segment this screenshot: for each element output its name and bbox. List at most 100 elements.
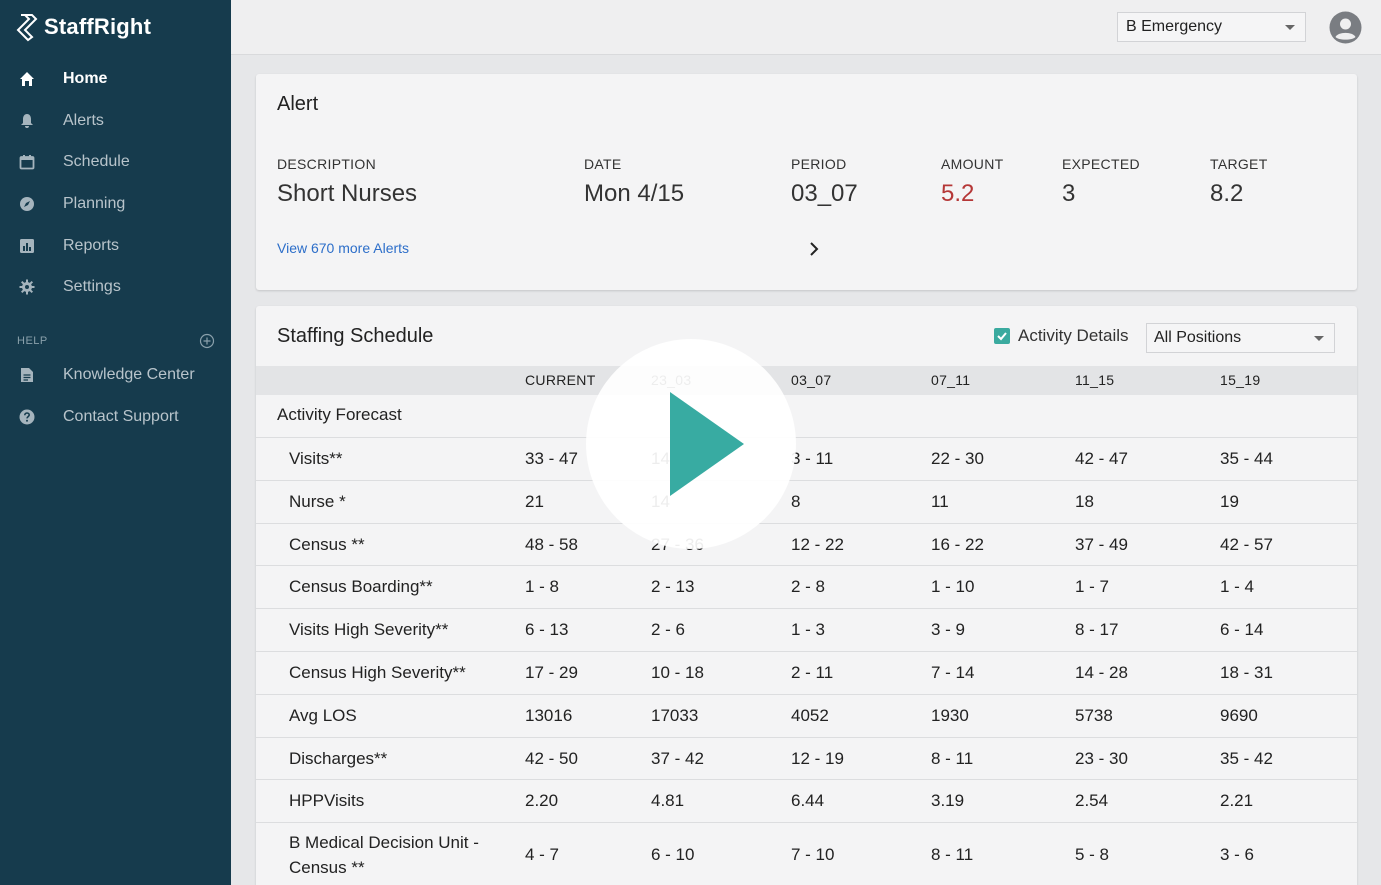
table-cell: 6 - 14 — [1220, 620, 1264, 640]
row-label: Visits High Severity** — [289, 620, 449, 640]
table-row: Nurse *21148111819 — [256, 481, 1357, 524]
staffing-schedule-card: Staffing Schedule Activity Details All P… — [256, 306, 1357, 885]
department-select[interactable]: B Emergency — [1117, 12, 1306, 42]
brand-name: StaffRight — [44, 14, 152, 39]
activity-details-checkbox[interactable] — [994, 328, 1010, 344]
chevron-right-icon[interactable] — [805, 240, 823, 258]
chevron-down-icon — [1285, 25, 1295, 30]
table-cell: 8 - 11 — [931, 748, 974, 768]
table-cell: 2 - 6 — [651, 620, 686, 640]
brand[interactable]: StaffRight — [16, 12, 151, 42]
compass-icon — [18, 195, 36, 213]
table-cell: 8 — [791, 491, 801, 511]
sidebar-item-label: Reports — [63, 236, 120, 254]
sidebar-item-label: Contact Support — [63, 407, 179, 425]
table-row: Discharges** 42 - 50 37 - 42 12 - 19 8 - 11 2… — [256, 738, 1357, 781]
sidebar-item-label: Knowledge Center — [63, 365, 195, 383]
sidebar-item-knowledge-center[interactable]: Knowledge Center — [0, 354, 231, 396]
table-cell: 2.54 — [1075, 791, 1109, 811]
sidebar-item-planning[interactable]: Planning — [0, 183, 231, 225]
table-cell: 35 - 44 — [1220, 449, 1273, 468]
alert-card: Alert DESCRIPTION Short Nurses DATE Mon … — [256, 74, 1357, 290]
video-play-button[interactable] — [586, 339, 796, 549]
table-cell: 18 — [1075, 491, 1094, 511]
sidebar-item-home[interactable]: Home — [0, 58, 231, 100]
table-cell: 7 - 10 — [791, 845, 835, 865]
row-label: B Medical Decision Unit - Census ** — [289, 833, 479, 878]
table-cell: 37 - 42 — [651, 748, 704, 768]
row-label: Avg LOS — [289, 705, 357, 725]
sidebar-item-label: Planning — [63, 194, 126, 212]
alert-description: DESCRIPTION Short Nurses — [277, 156, 417, 208]
table-cell: 48 - 58 — [525, 534, 578, 554]
alert-amount: AMOUNT 5.2 — [941, 156, 1003, 208]
table-cell: 35 - 42 — [1220, 748, 1273, 768]
sidebar-item-alerts[interactable]: Alerts — [0, 100, 231, 142]
sidebar-item-settings[interactable]: Settings — [0, 266, 231, 308]
table-cell: 3 - 9 — [931, 620, 966, 640]
table-cell: 12 - 22 — [791, 534, 844, 554]
table-cell: 1 - 3 — [791, 620, 826, 640]
play-icon — [670, 392, 744, 496]
staffright-logo-icon — [16, 14, 38, 42]
user-avatar-icon[interactable] — [1329, 11, 1362, 44]
position-filter-select[interactable]: All Positions — [1146, 323, 1335, 353]
alert-column-value: Mon 4/15 — [584, 180, 685, 207]
table-cell: 6 - 13 — [525, 620, 569, 640]
alert-column-value: 3 — [1062, 180, 1076, 207]
department-select-value: B Emergency — [1126, 18, 1223, 35]
table-cell: 1 - 4 — [1220, 577, 1255, 597]
table-cell: 13016 — [525, 705, 573, 725]
table-row: B Medical Decision Unit - Census ** 4 - 7… — [256, 823, 1357, 885]
alert-column-heading: DATE — [584, 156, 622, 172]
table-cell: 5 - 8 — [1075, 845, 1110, 865]
sidebar-item-label: Settings — [63, 278, 121, 296]
alert-column-heading: AMOUNT — [941, 156, 1004, 172]
table-cell: 7 - 14 — [931, 663, 975, 682]
row-label: Visits** — [289, 449, 343, 468]
table-cell: 2 - 11 — [791, 663, 834, 682]
document-icon — [18, 366, 36, 384]
row-label: HPPVisits — [289, 791, 365, 811]
table-row: Visits**33 - 47143 - 1122 - 3042 - 4735 … — [256, 438, 1357, 481]
alert-column-heading: DESCRIPTION — [277, 156, 376, 172]
table-cell: 22 - 30 — [931, 449, 984, 468]
table-cell: 11 — [931, 491, 949, 511]
sidebar-item-label: Schedule — [63, 153, 130, 171]
table-cell: 3 - 11 — [791, 449, 834, 468]
column-header: 03_07 — [791, 372, 832, 388]
table-cell: 1930 — [931, 705, 969, 725]
sidebar-item-label: Alerts — [63, 111, 104, 129]
table-cell: 23 - 30 — [1075, 748, 1128, 768]
activity-details-toggle[interactable]: Activity Details — [994, 326, 1129, 346]
row-label: Nurse * — [289, 491, 346, 511]
sidebar-item-schedule[interactable]: Schedule — [0, 141, 231, 183]
sidebar-item-contact-support[interactable]: Contact Support — [0, 396, 231, 438]
table-cell: 17033 — [651, 705, 699, 725]
row-label: Census High Severity** — [289, 663, 466, 682]
row-label: Discharges** — [289, 748, 388, 768]
view-more-alerts-link[interactable]: View 670 more Alerts — [277, 240, 409, 256]
sidebar-item-reports[interactable]: Reports — [0, 225, 231, 267]
table-row: Census High Severity** 17 - 29 10 - 18 2 - … — [256, 652, 1357, 695]
table-cell: 2 - 13 — [651, 577, 695, 597]
table-cell: 6.44 — [791, 791, 825, 811]
add-circle-icon[interactable] — [199, 333, 215, 349]
table-cell: 8 - 17 — [1075, 620, 1119, 640]
alert-column-value: 03_07 — [791, 180, 858, 207]
table-cell: 3 - 6 — [1220, 845, 1255, 865]
table-cell: 4052 — [791, 705, 829, 725]
table-cell: 42 - 57 — [1220, 534, 1273, 554]
column-header: 11_15 — [1075, 372, 1115, 388]
table-cell: 19 — [1220, 491, 1239, 511]
table-cell: 14 - 28 — [1075, 663, 1128, 682]
alert-column-heading: TARGET — [1210, 156, 1268, 172]
bar-chart-icon — [18, 237, 36, 255]
alert-column-value: Short Nurses — [277, 180, 418, 207]
table-cell: 2.20 — [525, 791, 559, 811]
position-filter-value: All Positions — [1154, 329, 1242, 346]
gear-icon — [18, 278, 36, 296]
section-title: Activity Forecast — [277, 405, 402, 424]
table-cell: 9690 — [1220, 705, 1258, 725]
table-cell: 42 - 47 — [1075, 449, 1128, 468]
